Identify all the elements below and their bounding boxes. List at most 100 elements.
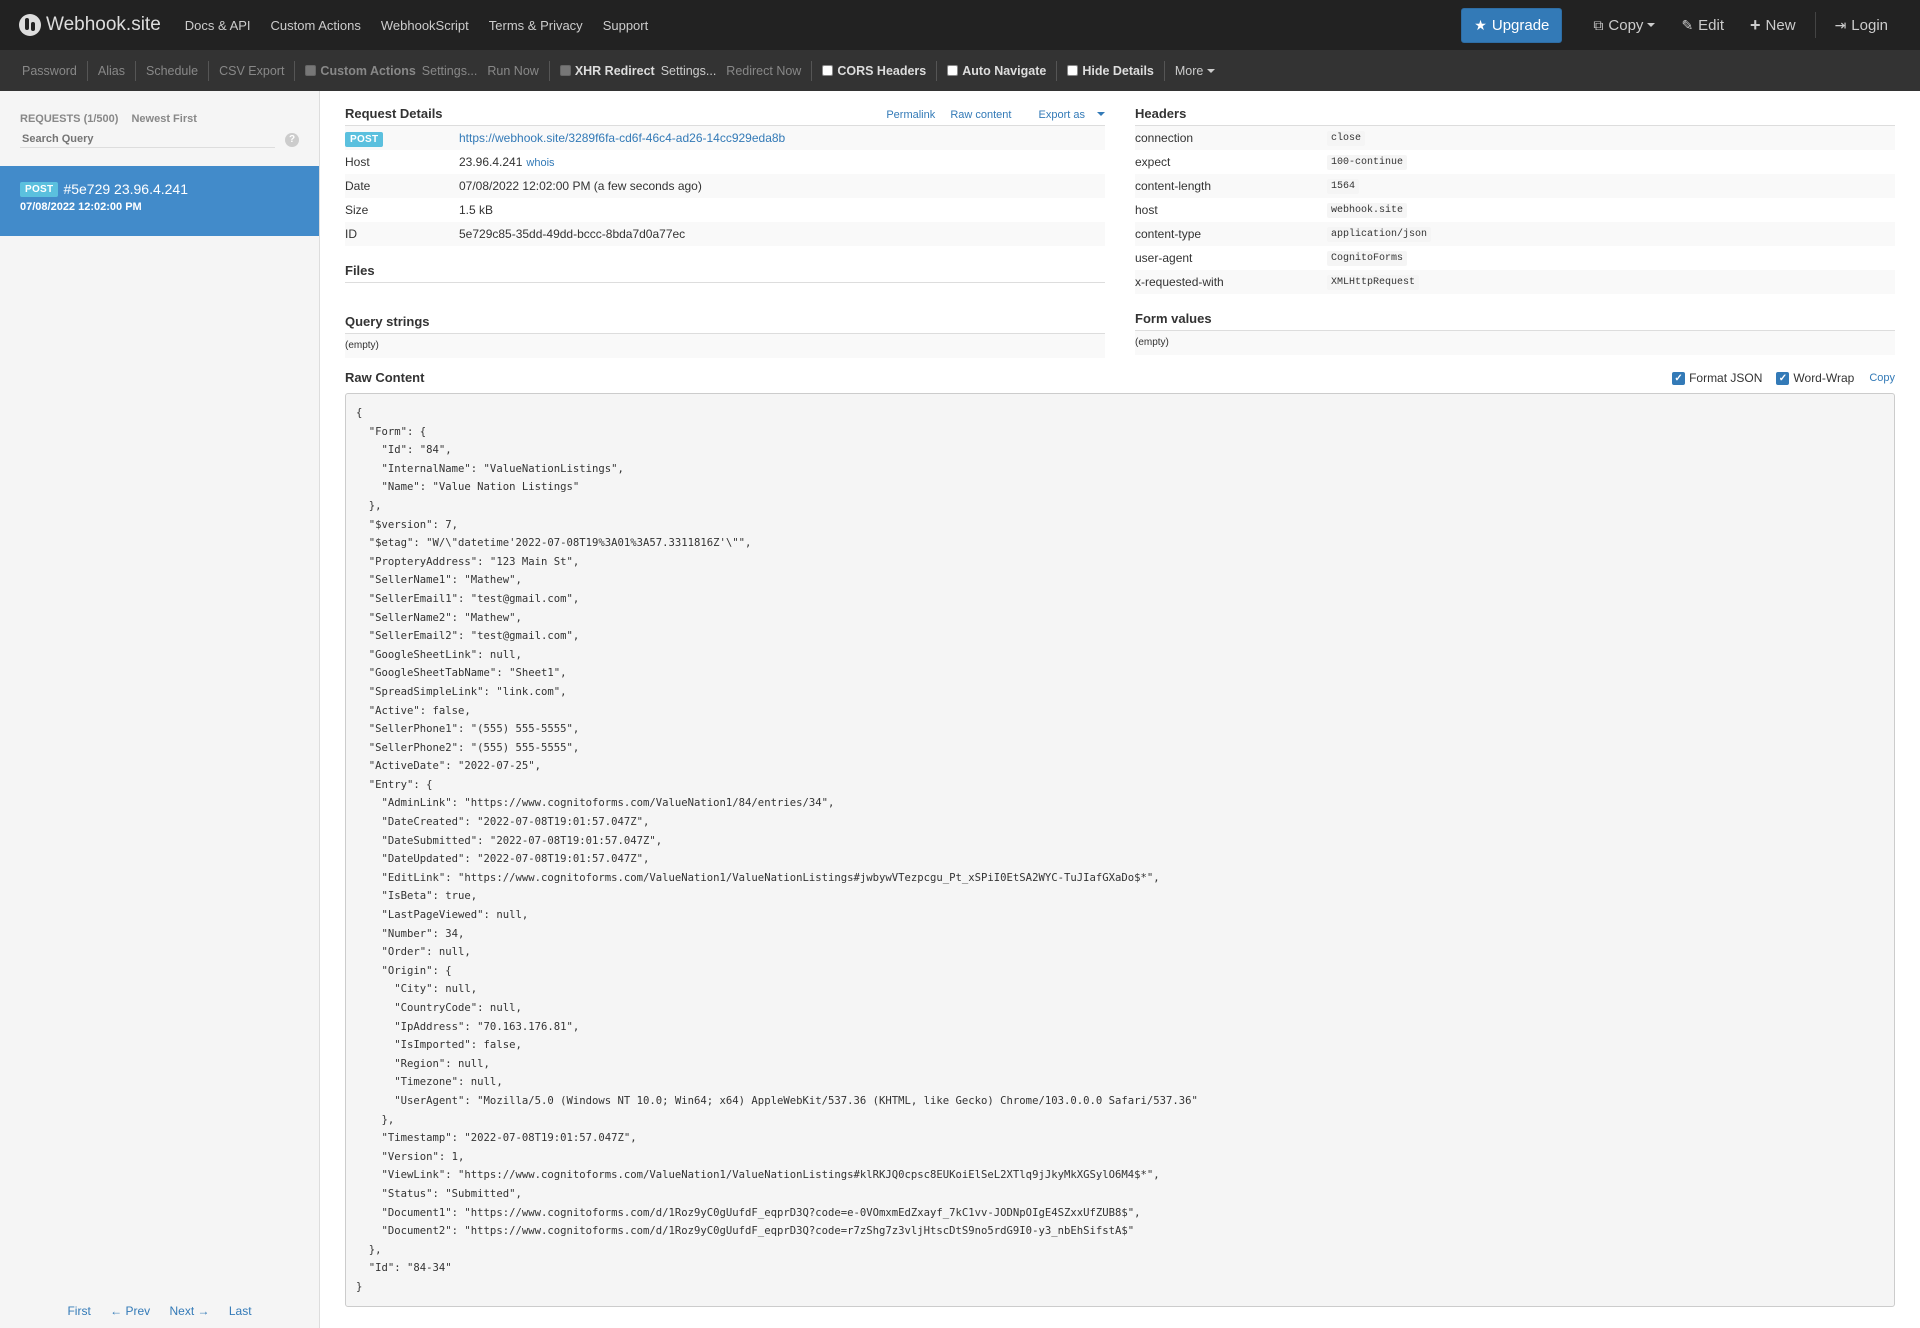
- request-details-column: Request Details Permalink Raw content Ex…: [345, 91, 1105, 358]
- copy-label: Copy: [1608, 16, 1644, 34]
- raw-content-heading: Raw Content ✓ Format JSON ✓ Word-Wrap Co…: [345, 370, 1895, 385]
- query-strings-title: Query strings: [345, 314, 430, 329]
- request-item-time: 07/08/2022 12:02:00 PM: [20, 201, 142, 213]
- edit-icon: ✎: [1681, 16, 1694, 33]
- header-key: x-requested-with: [1135, 275, 1224, 289]
- request-details-title: Request Details: [345, 106, 443, 121]
- new-button[interactable]: + New: [1750, 15, 1796, 36]
- files-title: Files: [345, 263, 375, 278]
- pager-prev[interactable]: ← Prev: [110, 1304, 150, 1318]
- csv-export-button[interactable]: CSV Export: [209, 64, 294, 78]
- edit-label: Edit: [1698, 16, 1725, 34]
- date-label: Date: [345, 179, 371, 193]
- header-key: user-agent: [1135, 251, 1193, 265]
- redirect-now-button[interactable]: Redirect Now: [726, 64, 801, 78]
- permalink-link[interactable]: Permalink: [886, 109, 935, 121]
- date-value: 07/08/2022 12:02:00 PM (a few seconds ag…: [459, 179, 702, 193]
- upgrade-button[interactable]: ★ Upgrade: [1461, 7, 1563, 43]
- details-links: Permalink Raw content Export as: [874, 109, 1105, 121]
- custom-actions-settings[interactable]: Settings...: [422, 64, 478, 78]
- nav-link-docs[interactable]: Docs & API: [185, 18, 251, 33]
- login-icon: ⇥: [1834, 16, 1847, 33]
- cors-headers-checkbox[interactable]: [822, 65, 834, 76]
- login-label: Login: [1851, 16, 1888, 34]
- checkbox-checked-icon[interactable]: ✓: [1672, 371, 1686, 385]
- host-ip: 23.96.4.241: [459, 155, 523, 169]
- header-key: content-type: [1135, 227, 1202, 241]
- header-row: connection close: [1135, 126, 1895, 150]
- help-icon[interactable]: ?: [285, 132, 299, 147]
- login-button[interactable]: ⇥ Login: [1835, 17, 1888, 34]
- nav-link-terms[interactable]: Terms & Privacy: [489, 18, 583, 33]
- details-row-host: Host 23.96.4.241 whois: [345, 150, 1105, 174]
- header-row: host webhook.site: [1135, 198, 1895, 222]
- method-badge: POST: [345, 132, 384, 147]
- header-key: expect: [1135, 155, 1171, 169]
- request-content: Request Details Permalink Raw content Ex…: [320, 91, 1920, 1328]
- header-value: CognitoForms: [1327, 250, 1408, 266]
- header-row: user-agent CognitoForms: [1135, 246, 1895, 270]
- brand[interactable]: Webhook.site: [19, 14, 161, 36]
- raw-content-link[interactable]: Raw content: [950, 109, 1011, 121]
- header-value: 100-continue: [1327, 154, 1408, 170]
- custom-actions-group: Custom Actions Settings... Run Now: [295, 64, 548, 78]
- details-row-date: Date 07/08/2022 12:02:00 PM (a few secon…: [345, 174, 1105, 198]
- auto-navigate-checkbox[interactable]: [947, 65, 959, 76]
- checkbox-checked-icon[interactable]: ✓: [1776, 371, 1790, 385]
- xhr-redirect-label: XHR Redirect: [574, 63, 655, 78]
- copy-menu[interactable]: ⧉ Copy: [1593, 16, 1656, 34]
- copy-icon: ⧉: [1593, 16, 1604, 33]
- format-json-toggle[interactable]: ✓ Format JSON: [1672, 371, 1762, 385]
- word-wrap-toggle[interactable]: ✓ Word-Wrap: [1776, 371, 1854, 385]
- request-url-link[interactable]: https://webhook.site/3289f6fa-cd6f-46c4-…: [459, 131, 785, 145]
- header-key: host: [1135, 203, 1158, 217]
- edit-button[interactable]: ✎ Edit: [1681, 17, 1724, 34]
- nav-link-webhookscript[interactable]: WebhookScript: [381, 18, 469, 33]
- copy-raw-button[interactable]: Copy: [1869, 372, 1895, 384]
- cors-headers-toggle[interactable]: CORS Headers: [812, 64, 936, 78]
- export-as-menu[interactable]: Export as: [1027, 109, 1105, 121]
- method-cell: POST: [345, 131, 459, 147]
- sort-order-toggle[interactable]: Newest First: [131, 113, 196, 125]
- request-item-title-row: POST #5e729 23.96.4.241: [20, 181, 299, 197]
- nav-link-custom-actions[interactable]: Custom Actions: [271, 18, 361, 33]
- header-row: x-requested-with XMLHttpRequest: [1135, 270, 1895, 294]
- header-value: application/json: [1327, 226, 1432, 242]
- raw-content-body: { "Form": { "Id": "84", "InternalName": …: [356, 407, 1198, 1293]
- alias-button[interactable]: Alias: [88, 64, 135, 78]
- caret-down-icon: [1207, 68, 1216, 73]
- pager-next[interactable]: Next →: [169, 1304, 209, 1318]
- form-values-value: (empty): [1135, 331, 1895, 355]
- request-list-item[interactable]: POST #5e729 23.96.4.241 07/08/2022 12:02…: [0, 166, 319, 236]
- hide-details-toggle[interactable]: Hide Details: [1057, 64, 1164, 78]
- schedule-button[interactable]: Schedule: [136, 64, 208, 78]
- caret-down-icon: [1097, 112, 1105, 116]
- custom-actions-checkbox[interactable]: [305, 65, 317, 76]
- divider: [345, 282, 1105, 283]
- whois-link[interactable]: whois: [526, 157, 554, 169]
- xhr-redirect-checkbox[interactable]: [559, 65, 571, 76]
- pager-first[interactable]: First: [67, 1304, 90, 1318]
- xhr-settings-button[interactable]: Settings...: [661, 64, 717, 78]
- run-now-button[interactable]: Run Now: [487, 64, 538, 78]
- nav-link-support[interactable]: Support: [603, 18, 649, 33]
- raw-content-box[interactable]: { "Form": { "Id": "84", "InternalName": …: [345, 393, 1895, 1307]
- nav-divider: [1814, 12, 1816, 38]
- pager-last[interactable]: Last: [229, 1304, 252, 1318]
- hide-details-checkbox[interactable]: [1067, 65, 1079, 76]
- details-row-size: Size 1.5 kB: [345, 198, 1105, 222]
- search-input[interactable]: [20, 131, 275, 148]
- more-menu[interactable]: More: [1165, 64, 1225, 78]
- query-strings-value: (empty): [345, 334, 1105, 358]
- nav-right: ★ Upgrade ⧉ Copy ✎ Edit + New ⇥ Login: [1461, 7, 1901, 43]
- auto-navigate-toggle[interactable]: Auto Navigate: [937, 64, 1056, 78]
- header-row: content-type application/json: [1135, 222, 1895, 246]
- request-item-title: #5e729 23.96.4.241: [63, 181, 189, 197]
- webhook-logo-icon: [19, 14, 41, 36]
- headers-table: connection close expect 100-continue con…: [1135, 126, 1895, 294]
- password-button[interactable]: Password: [12, 64, 87, 78]
- id-label: ID: [345, 227, 357, 241]
- requests-header: REQUESTS (1/500) Newest First: [0, 91, 319, 125]
- query-strings-heading: Query strings: [345, 311, 1105, 329]
- details-table: POST https://webhook.site/3289f6fa-cd6f-…: [345, 126, 1105, 246]
